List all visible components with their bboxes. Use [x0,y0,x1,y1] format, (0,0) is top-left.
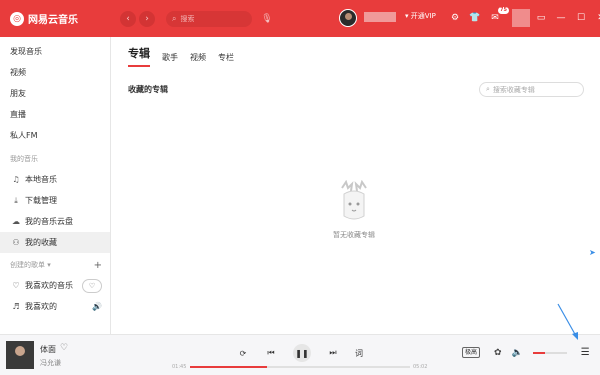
volume-icon[interactable]: 🔈 [512,348,523,358]
player-bar: 体面 ♡ 冯允谦 ⟳ ⏮ ❚❚ ⏭ 词 01:45 05:02 极高 ✿ 🔈 ☰ [0,334,600,375]
right-controls: 极高 ✿ 🔈 ☰ [462,347,590,358]
sidebar-item-liked-music[interactable]: ♡ 我喜欢的音乐 ♡ [0,275,110,296]
quality-button[interactable]: 极高 [462,347,481,358]
section-title: 收藏的专辑 [128,85,168,94]
voice-search-icon[interactable]: 🎙 [260,12,274,26]
annotation-arrow [557,303,578,340]
album-search-placeholder: 搜索收藏专辑 [492,85,535,94]
my-music-heading: 我的音乐 [10,155,38,163]
total-time: 05:02 [413,364,428,370]
tab-bar: 专辑 歌手 视频 专栏 [128,45,246,67]
vip-link[interactable]: ▾ 开通VIP [405,11,436,21]
playlist-queue-icon[interactable]: ☰ [581,347,590,358]
tab-artists[interactable]: 歌手 [162,52,178,67]
app-name: 网易云音乐 [28,15,78,26]
volume-fill [532,351,545,354]
artist-name[interactable]: 冯允谦 [40,358,61,368]
search-input[interactable]: ⌕ 搜索 [166,10,252,27]
collection-icon: ⚇ [12,238,20,247]
playlist-icon: ♬ [12,302,20,311]
maximize-icon[interactable]: ☐ [572,9,590,27]
like-heart-icon[interactable]: ♡ [60,343,68,353]
sidebar-item-downloads[interactable]: ⤓ 下载管理 [0,190,110,211]
sidebar-item-friends[interactable]: 朋友 [0,83,110,104]
sidebar-item-discover[interactable]: 发现音乐 [0,41,110,62]
forward-button[interactable]: › [139,10,155,27]
now-playing-icon: 🔊 [92,302,102,311]
title-bar: ◎ 网易云音乐 ‹ › ⌕ 搜索 🎙 ▾ 开通VIP ⚙ 👕 ✉ 75 ▭ — ☐… [0,0,600,37]
sidebar: 发现音乐 视频 朋友 直播 私人FM 我的音乐 ♫ 本地音乐 ⤓ 下载管理 ☁ … [0,37,111,334]
minimize-icon[interactable]: — [552,9,570,27]
music-note-icon: ♫ [12,175,20,184]
mini-mode-icon[interactable]: ▭ [532,9,550,27]
tab-videos[interactable]: 视频 [190,52,206,67]
back-button[interactable]: ‹ [120,10,136,27]
empty-text: 暂无收藏专辑 [333,231,375,239]
sidebar-item-live[interactable]: 直播 [0,104,110,125]
sidebar-item-fm[interactable]: 私人FM [0,125,110,146]
sidebar-item-collection[interactable]: ⚇ 我的收藏 [0,232,110,253]
pause-button[interactable]: ❚❚ [293,344,311,362]
avatar[interactable] [339,9,357,27]
album-search-input[interactable]: ⌕ 搜索收藏专辑 [479,82,584,97]
search-icon: ⌕ [486,85,490,93]
close-icon[interactable]: ✕ [592,9,600,27]
current-time: 01:45 [172,364,187,370]
mail-icon[interactable]: ✉ 75 [486,7,509,27]
progress-fill [190,366,267,368]
sidebar-item-cloud[interactable]: ☁ 我的音乐云盘 [0,211,110,232]
main-content: 专辑 歌手 视频 专栏 收藏的专辑 ⌕ 搜索收藏专辑 暂无收藏专辑 ➤ [112,37,600,334]
netease-logo-icon: ◎ [10,11,24,26]
lyrics-button[interactable]: 词 [355,348,363,359]
cursor-icon: ➤ [589,248,596,257]
sidebar-item-local-music[interactable]: ♫ 本地音乐 [0,169,110,190]
progress-bar[interactable] [190,366,410,368]
heartbeat-mode-button[interactable]: ♡ [82,278,102,293]
sound-effect-icon[interactable]: ✿ [494,348,502,358]
song-title[interactable]: 体面 [40,344,56,355]
tab-columns[interactable]: 专栏 [218,52,234,67]
playback-controls: ⟳ ⏮ ❚❚ ⏭ 词 [237,344,363,362]
sidebar-item-liked[interactable]: ♬ 我喜欢的 🔊 [0,296,110,317]
tshirt-skin-icon[interactable]: 👕 [466,9,484,27]
heart-icon: ♡ [12,281,20,290]
empty-deer-icon [341,179,367,220]
loop-icon[interactable]: ⟳ [237,347,249,359]
volume-slider[interactable] [532,351,567,354]
previous-icon[interactable]: ⏮ [265,347,277,359]
tab-albums[interactable]: 专辑 [128,45,150,67]
search-icon: ⌕ [172,13,177,23]
created-playlists-heading: 创建的歌单 ▾ + [10,259,102,271]
cloud-icon: ☁ [12,217,20,226]
app-logo[interactable]: ◎ 网易云音乐 [10,11,120,26]
search-placeholder: 搜索 [180,14,195,23]
username-redacted[interactable] [364,12,396,22]
gear-icon[interactable]: ⚙ [446,9,464,27]
empty-state: 暂无收藏专辑 [324,179,384,240]
sidebar-item-video[interactable]: 视频 [0,62,110,83]
add-playlist-icon[interactable]: + [94,260,102,271]
header-divider [512,9,530,27]
message-badge: 75 [498,7,509,14]
next-icon[interactable]: ⏭ [327,347,339,359]
album-cover[interactable] [6,341,34,369]
download-icon: ⤓ [14,195,18,205]
